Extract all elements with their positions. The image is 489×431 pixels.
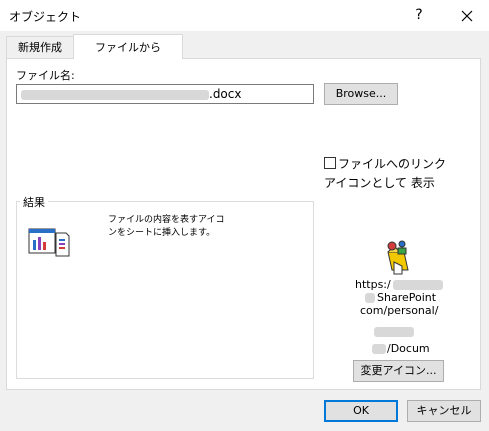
- redacted-path: [21, 89, 209, 100]
- tab-from-file[interactable]: ファイルから: [73, 34, 183, 59]
- change-icon-button[interactable]: 変更アイコン...: [353, 360, 444, 382]
- filename-label: ファイル名:: [16, 69, 75, 82]
- close-icon: [461, 10, 473, 21]
- icon-caption-line4: /Docum: [372, 342, 430, 355]
- result-label: 結果: [20, 194, 48, 210]
- link-checkbox-label: ファイルへのリンク: [338, 157, 447, 171]
- caption-text-3: com/personal/: [360, 304, 439, 317]
- close-button[interactable]: [452, 2, 482, 28]
- icon-caption-line1: https:/: [355, 278, 443, 291]
- help-button[interactable]: ?: [404, 2, 434, 28]
- browse-button[interactable]: Browse...: [324, 83, 398, 105]
- redacted-caption-3: [374, 326, 414, 337]
- result-icon: [28, 228, 70, 262]
- link-checkbox[interactable]: [324, 157, 336, 169]
- ok-label: OK: [353, 404, 369, 417]
- redacted-caption-4: [372, 344, 386, 354]
- window-title: オブジェクト: [9, 10, 82, 24]
- filename-field[interactable]: .docx: [16, 84, 314, 104]
- cancel-label: キャンセル: [416, 404, 472, 417]
- icon-caption-line3: com/personal/: [360, 304, 438, 317]
- icon-checkbox-label: アイコンとして 表示: [324, 176, 435, 190]
- change-icon-label: 変更アイコン...: [360, 364, 437, 377]
- caption-text-4: /Docum: [387, 342, 430, 355]
- file-icon-preview: [382, 240, 414, 280]
- caption-text-2: SharePoint: [377, 291, 437, 304]
- cancel-button[interactable]: キャンセル: [407, 400, 481, 422]
- tab-new[interactable]: 新規作成: [6, 36, 74, 58]
- icon-caption-line2: SharePoint: [365, 291, 436, 304]
- caption-text-1: https:/: [355, 278, 391, 291]
- redacted-caption-2: [365, 293, 375, 303]
- icon-caption-redacted: [374, 321, 414, 340]
- checkbox-labels: ファイルへのリンク アイコンとして 表示: [324, 155, 478, 193]
- filename-value: .docx: [209, 87, 242, 101]
- browse-label: Browse...: [335, 87, 387, 100]
- ok-button[interactable]: OK: [324, 400, 398, 422]
- result-description: ファイルの内容を表すアイコンをシートに挿入します。: [108, 215, 225, 238]
- redacted-caption-1: [392, 280, 443, 290]
